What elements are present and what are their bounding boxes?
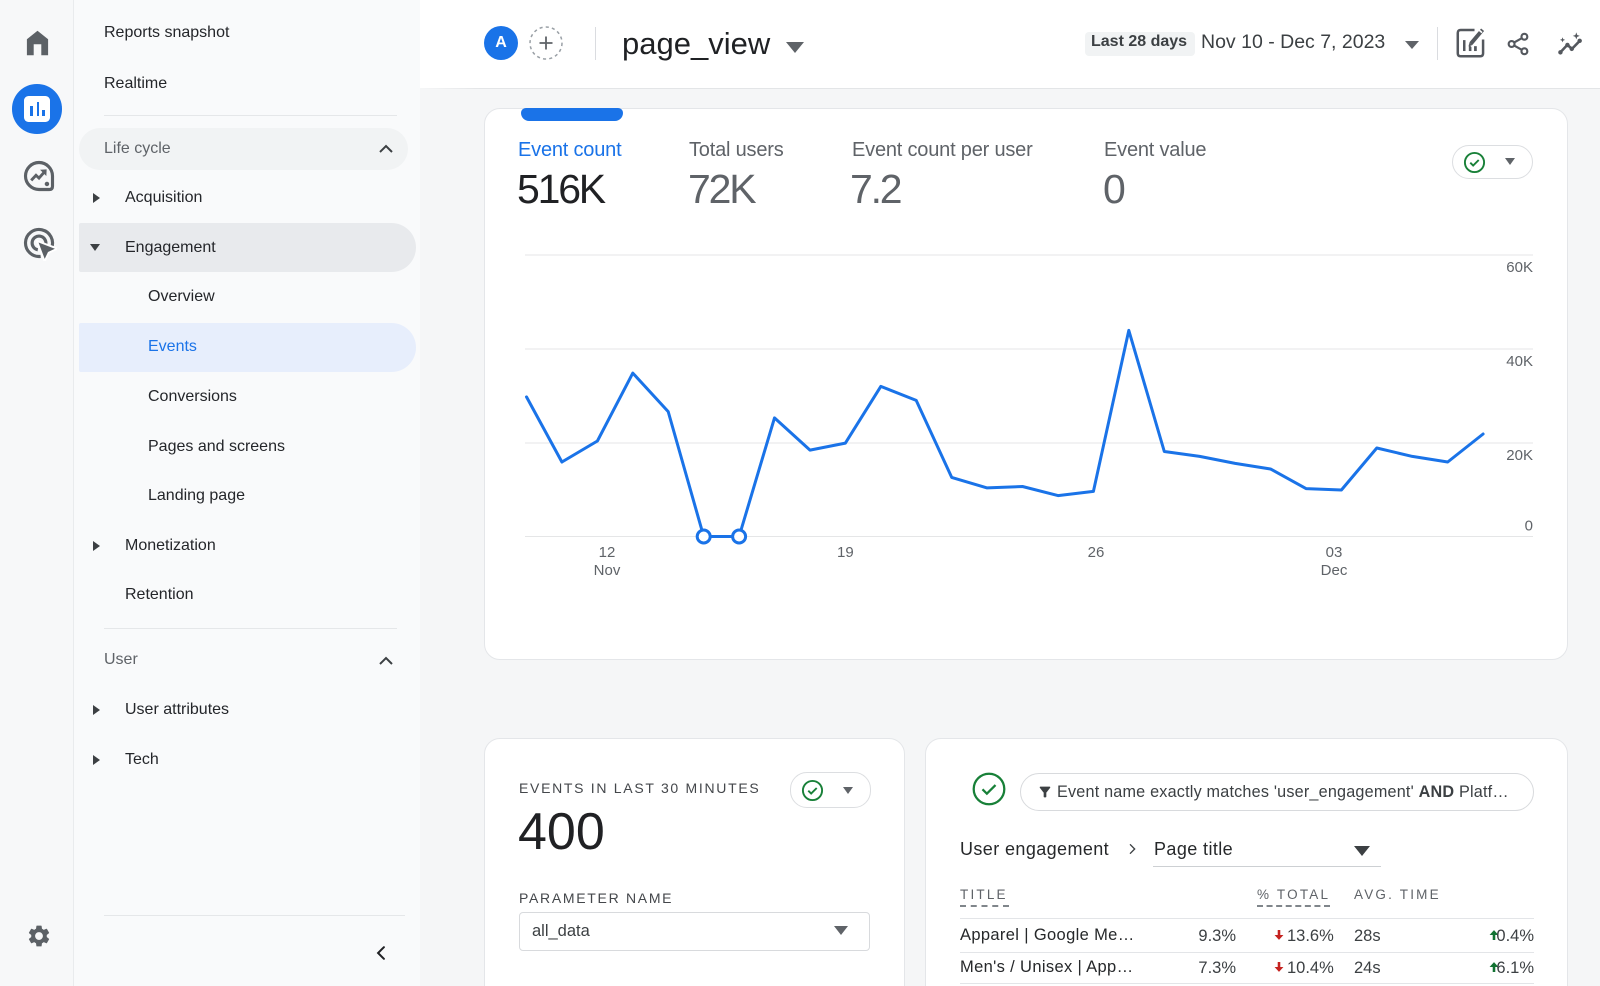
svg-text:0: 0 [1525,518,1533,535]
svg-text:20K: 20K [1506,447,1533,464]
svg-text:26: 26 [1088,544,1105,561]
svg-text:12: 12 [599,544,616,561]
svg-text:03: 03 [1326,544,1343,561]
svg-text:19: 19 [837,544,854,561]
svg-text:Nov: Nov [594,562,621,579]
svg-text:Dec: Dec [1321,562,1348,579]
svg-text:40K: 40K [1506,353,1533,370]
svg-text:60K: 60K [1506,259,1533,276]
